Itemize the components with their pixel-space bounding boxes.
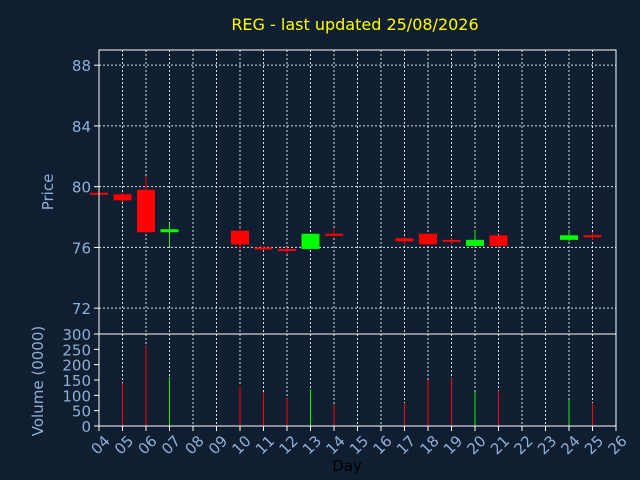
x-tick-label: 21 bbox=[487, 432, 513, 458]
x-tick-label: 05 bbox=[111, 432, 137, 458]
volume-tick-label: 50 bbox=[72, 403, 91, 421]
chart-title: REG - last updated 25/08/2026 bbox=[231, 15, 478, 34]
candle-body bbox=[113, 194, 132, 201]
x-tick-label: 11 bbox=[252, 432, 278, 458]
candle-body bbox=[583, 235, 602, 238]
x-axis-label: Day bbox=[332, 457, 362, 475]
volume-tick-label: 200 bbox=[62, 357, 91, 375]
volume-panel: 050100150200250300 bbox=[62, 326, 617, 436]
candle-body bbox=[160, 229, 179, 233]
x-tick-label: 20 bbox=[464, 432, 490, 458]
volume-tick-label: 250 bbox=[62, 341, 91, 359]
x-tick-label: 19 bbox=[440, 432, 466, 458]
x-tick-label: 07 bbox=[158, 432, 184, 458]
chart-canvas: REG - last updated 25/08/2026 72 76 80 84 88… bbox=[29, 15, 631, 475]
price-tick-label: 72 bbox=[72, 300, 91, 318]
candle-body bbox=[231, 230, 249, 245]
volume-axis-label: Volume (0000) bbox=[29, 326, 47, 436]
price-tick-label: 88 bbox=[72, 57, 91, 75]
candle-body bbox=[442, 239, 461, 242]
x-tick-label: 14 bbox=[323, 432, 349, 458]
x-tick-label: 24 bbox=[558, 432, 584, 458]
volume-tick-label: 300 bbox=[62, 326, 91, 344]
x-tick-label: 22 bbox=[511, 432, 537, 458]
x-tick-label: 26 bbox=[605, 432, 631, 458]
x-tick-label: 12 bbox=[276, 432, 302, 458]
x-axis: 0405060708091011121314151617181920212223… bbox=[88, 426, 631, 458]
candle-body bbox=[489, 235, 508, 246]
x-tick-label: 06 bbox=[135, 432, 161, 458]
x-tick-label: 16 bbox=[370, 432, 396, 458]
candle-body bbox=[301, 233, 320, 249]
price-tick-label: 84 bbox=[72, 118, 91, 136]
x-tick-label: 17 bbox=[393, 432, 419, 458]
price-axis-label: Price bbox=[39, 174, 57, 211]
candle-body bbox=[395, 238, 414, 242]
x-tick-label: 13 bbox=[299, 432, 325, 458]
x-tick-label: 08 bbox=[182, 432, 208, 458]
x-tick-label: 15 bbox=[346, 432, 372, 458]
candle-body bbox=[325, 233, 343, 236]
x-tick-label: 10 bbox=[229, 432, 255, 458]
price-tick-label: 80 bbox=[72, 179, 91, 197]
candle-body bbox=[419, 233, 437, 245]
candle-body bbox=[278, 248, 296, 251]
volume-tick-label: 150 bbox=[62, 372, 91, 390]
x-tick-label: 09 bbox=[205, 432, 231, 458]
candle-body bbox=[466, 239, 484, 246]
x-tick-label: 23 bbox=[534, 432, 560, 458]
volume-tick-label: 100 bbox=[62, 387, 91, 405]
price-tick-label: 76 bbox=[72, 239, 91, 257]
volume-tick-label: 0 bbox=[81, 418, 91, 436]
x-tick-label: 25 bbox=[581, 432, 607, 458]
x-tick-label: 18 bbox=[417, 432, 443, 458]
candle-body bbox=[254, 247, 273, 250]
candle-body bbox=[560, 235, 578, 240]
price-panel: 72 76 80 84 88 bbox=[72, 49, 617, 335]
x-tick-label: 04 bbox=[88, 432, 114, 458]
candle-body bbox=[137, 189, 155, 233]
